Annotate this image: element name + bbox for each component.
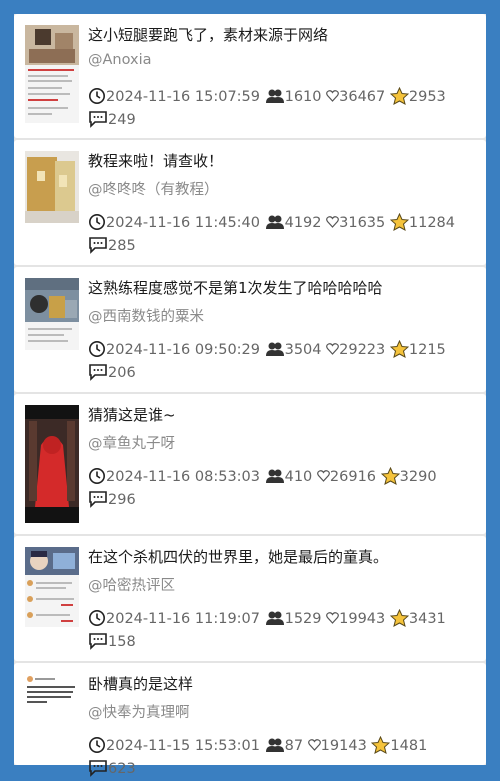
star-count: 1215 — [408, 342, 446, 358]
post-author[interactable]: @章鱼丸子呀 — [88, 432, 175, 453]
post-title[interactable]: 猜猜这是谁~ — [88, 404, 176, 425]
clock-icon — [89, 88, 105, 104]
comment-count: 158 — [108, 634, 136, 650]
star-count: 3431 — [408, 611, 446, 627]
star-icon — [389, 87, 409, 105]
comment-count: 296 — [108, 492, 136, 508]
post-time: 2024-11-15 15:53:01 — [106, 738, 260, 754]
post-card[interactable]: 卧槽真的是这样 @快奉为真理啊 2024-11-15 15:53:01 87 1… — [14, 663, 486, 777]
post-author[interactable]: @Anoxia — [88, 52, 152, 68]
post-thumbnail[interactable] — [25, 547, 79, 627]
post-thumbnail[interactable] — [25, 278, 79, 350]
screenshot-thumbnail-image — [25, 278, 79, 342]
star-count: 3290 — [399, 469, 437, 485]
clock-icon — [89, 737, 105, 753]
post-thumbnail[interactable] — [25, 151, 79, 223]
post-title[interactable]: 这熟练程度感觉不是第1次发生了哈哈哈哈哈 — [88, 277, 383, 298]
post-author[interactable]: @快奉为真理啊 — [88, 701, 190, 722]
comment-count: 206 — [108, 365, 136, 381]
post-meta: 2024-11-15 15:53:01 87 19143 1481 623 — [88, 735, 478, 781]
post-author[interactable]: @咚咚咚（有教程） — [88, 178, 219, 199]
post-time: 2024-11-16 09:50:29 — [106, 342, 260, 358]
comment-icon — [89, 760, 107, 777]
like-count: 31635 — [339, 215, 386, 231]
comment-count: 285 — [108, 238, 136, 254]
star-icon — [380, 467, 400, 485]
user-count: 4192 — [284, 215, 322, 231]
heart-icon — [317, 470, 330, 482]
post-card[interactable]: 猜猜这是谁~ @章鱼丸子呀 2024-11-16 08:53:03 410 26… — [14, 394, 486, 534]
post-card[interactable]: 在这个杀机四伏的世界里，她是最后的童真。 @哈密热评区 2024-11-16 1… — [14, 536, 486, 661]
post-thumbnail[interactable] — [25, 25, 79, 123]
comment-count: 623 — [108, 761, 136, 777]
like-count: 19143 — [320, 738, 367, 754]
video-thumbnail-image — [25, 405, 79, 523]
clock-icon — [89, 341, 105, 357]
post-thumbnail[interactable] — [25, 405, 79, 523]
users-icon — [265, 611, 284, 625]
star-count: 2953 — [408, 89, 446, 105]
star-count: 11284 — [408, 215, 456, 231]
users-icon — [265, 342, 284, 356]
star-icon — [389, 340, 409, 358]
post-title[interactable]: 在这个杀机四伏的世界里，她是最后的童真。 — [88, 546, 388, 567]
post-card[interactable]: 教程来啦！请查收！ @咚咚咚（有教程） 2024-11-16 11:45:40 … — [14, 140, 486, 265]
post-card[interactable]: 这小短腿要跑飞了，素材来源于网络 @Anoxia 2024-11-16 15:0… — [14, 14, 486, 138]
clock-icon — [89, 214, 105, 230]
post-meta: 2024-11-16 11:45:40 4192 31635 11284 285 — [88, 212, 478, 258]
post-card[interactable]: 这熟练程度感觉不是第1次发生了哈哈哈哈哈 @西南数钱的粟米 2024-11-16… — [14, 267, 486, 392]
heart-icon — [326, 216, 340, 228]
heart-icon — [326, 90, 340, 102]
user-count: 87 — [284, 738, 304, 754]
like-count: 36467 — [339, 89, 386, 105]
user-count: 410 — [284, 469, 313, 485]
star-icon — [389, 213, 409, 231]
post-meta: 2024-11-16 15:07:59 1610 36467 2953 249 — [88, 86, 478, 132]
heart-icon — [307, 739, 321, 751]
heart-icon — [326, 612, 340, 624]
post-meta: 2024-11-16 09:50:29 3504 29223 1215 206 — [88, 339, 478, 385]
post-title[interactable]: 教程来啦！请查收！ — [88, 150, 223, 171]
clock-icon — [89, 610, 105, 626]
like-count: 26916 — [329, 469, 377, 485]
user-count: 3504 — [284, 342, 322, 358]
comment-icon — [89, 364, 107, 381]
comment-icon — [89, 633, 107, 650]
post-meta: 2024-11-16 11:19:07 1529 19943 3431 158 — [88, 608, 478, 654]
post-title[interactable]: 这小短腿要跑飞了，素材来源于网络 — [88, 24, 328, 45]
comment-icon — [89, 111, 107, 128]
clock-icon — [89, 468, 105, 484]
post-title[interactable]: 卧槽真的是这样 — [88, 673, 193, 694]
post-meta: 2024-11-16 08:53:03 410 26916 3290 296 — [88, 466, 478, 512]
product-thumbnail-image — [25, 151, 79, 223]
comment-count: 249 — [108, 112, 136, 128]
like-count: 29223 — [339, 342, 386, 358]
screenshot-thumbnail-image — [25, 25, 79, 115]
post-author[interactable]: @西南数钱的粟米 — [88, 305, 204, 326]
like-count: 19943 — [339, 611, 386, 627]
comment-icon — [89, 237, 107, 254]
comment-icon — [89, 491, 107, 508]
screenshot-thumbnail-image — [25, 547, 79, 622]
post-time: 2024-11-16 11:19:07 — [106, 611, 260, 627]
user-count: 1529 — [284, 611, 322, 627]
post-thumbnail[interactable] — [25, 674, 79, 708]
heart-icon — [326, 343, 340, 355]
post-time: 2024-11-16 11:45:40 — [106, 215, 260, 231]
star-count: 1481 — [390, 738, 428, 754]
post-time: 2024-11-16 15:07:59 — [106, 89, 260, 105]
post-author[interactable]: @哈密热评区 — [88, 574, 175, 595]
post-list: 这小短腿要跑飞了，素材来源于网络 @Anoxia 2024-11-16 15:0… — [14, 14, 486, 777]
star-icon — [371, 736, 391, 754]
users-icon — [265, 215, 284, 229]
users-icon — [265, 469, 284, 483]
users-icon — [265, 89, 284, 103]
users-icon — [265, 738, 284, 752]
star-icon — [389, 609, 409, 627]
post-time: 2024-11-16 08:53:03 — [106, 469, 260, 485]
screenshot-thumbnail-image — [25, 674, 79, 708]
user-count: 1610 — [284, 89, 322, 105]
